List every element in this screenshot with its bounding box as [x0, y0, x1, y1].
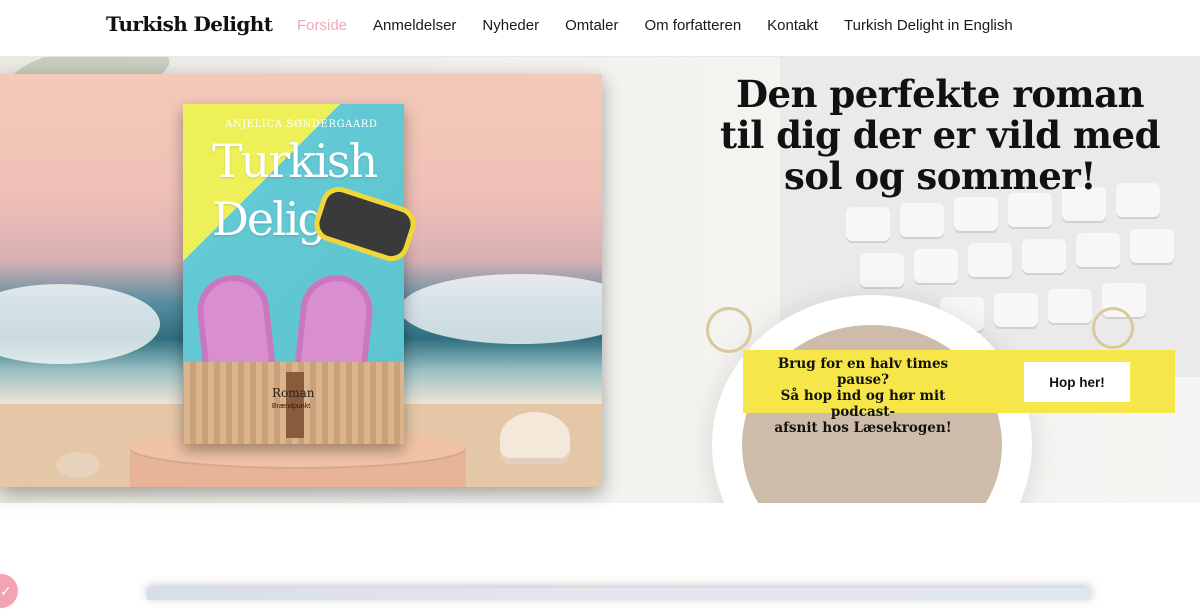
check-icon: ✓: [0, 584, 12, 600]
site-logo[interactable]: Turkish Delight: [106, 12, 273, 36]
hero-headline: Den perfekte roman til dig der er vild m…: [720, 74, 1160, 197]
keyboard-key: [1130, 229, 1174, 263]
nav-item-om-forfatteren[interactable]: Om forfatteren: [644, 17, 741, 34]
keyboard-key: [1008, 193, 1052, 227]
nav-item-omtaler[interactable]: Omtaler: [565, 17, 618, 34]
keyboard-key: [1076, 233, 1120, 267]
keyboard-key: [994, 293, 1038, 327]
shell-decoration: [500, 412, 570, 464]
keyboard-key: [1048, 289, 1092, 323]
book-genre: Roman: [272, 386, 315, 400]
wave-decoration: [0, 284, 160, 364]
nav-item-forside[interactable]: Forside: [297, 17, 347, 34]
nav-item-anmeldelser[interactable]: Anmeldelser: [373, 17, 456, 34]
next-section-image: [147, 588, 1091, 600]
nav-item-english[interactable]: Turkish Delight in English: [844, 17, 1013, 34]
keyboard-key: [968, 243, 1012, 277]
banner-text-line: Så hop ind og hør mit podcast-: [780, 388, 946, 420]
headline-line: sol og sommer!: [784, 154, 1096, 198]
book-author: ANJELICA SØNDERGAARD: [225, 119, 378, 130]
banner-text-line: afsnit hos Læsekrogen!: [774, 420, 952, 436]
ring-decoration: [706, 307, 752, 353]
hop-her-button[interactable]: Hop her!: [1024, 362, 1130, 402]
keyboard-key: [900, 203, 944, 237]
nav-item-kontakt[interactable]: Kontakt: [767, 17, 818, 34]
shell-decoration: [56, 452, 100, 478]
headline-line: Den perfekte roman: [735, 72, 1145, 116]
banner-text-line: Brug for en halv times pause?: [777, 356, 949, 388]
wave-decoration: [400, 274, 602, 344]
keyboard-key: [1022, 239, 1066, 273]
keyboard-key: [860, 253, 904, 287]
site-header: Turkish Delight Forside Anmeldelser Nyhe…: [0, 0, 1200, 57]
ring-decoration: [1092, 307, 1134, 349]
keyboard-key: [954, 197, 998, 231]
keyboard-key: [914, 249, 958, 283]
main-nav: Forside Anmeldelser Nyheder Omtaler Om f…: [297, 17, 1013, 34]
book-title-line: Turkish: [212, 134, 378, 188]
book-publisher: Brændpunkt: [272, 403, 311, 410]
headline-line: til dig der er vild med: [720, 113, 1160, 157]
podcast-banner-text: Brug for en halv times pause? Så hop ind…: [752, 356, 974, 436]
nav-item-nyheder[interactable]: Nyheder: [482, 17, 539, 34]
keyboard-key: [846, 207, 890, 241]
